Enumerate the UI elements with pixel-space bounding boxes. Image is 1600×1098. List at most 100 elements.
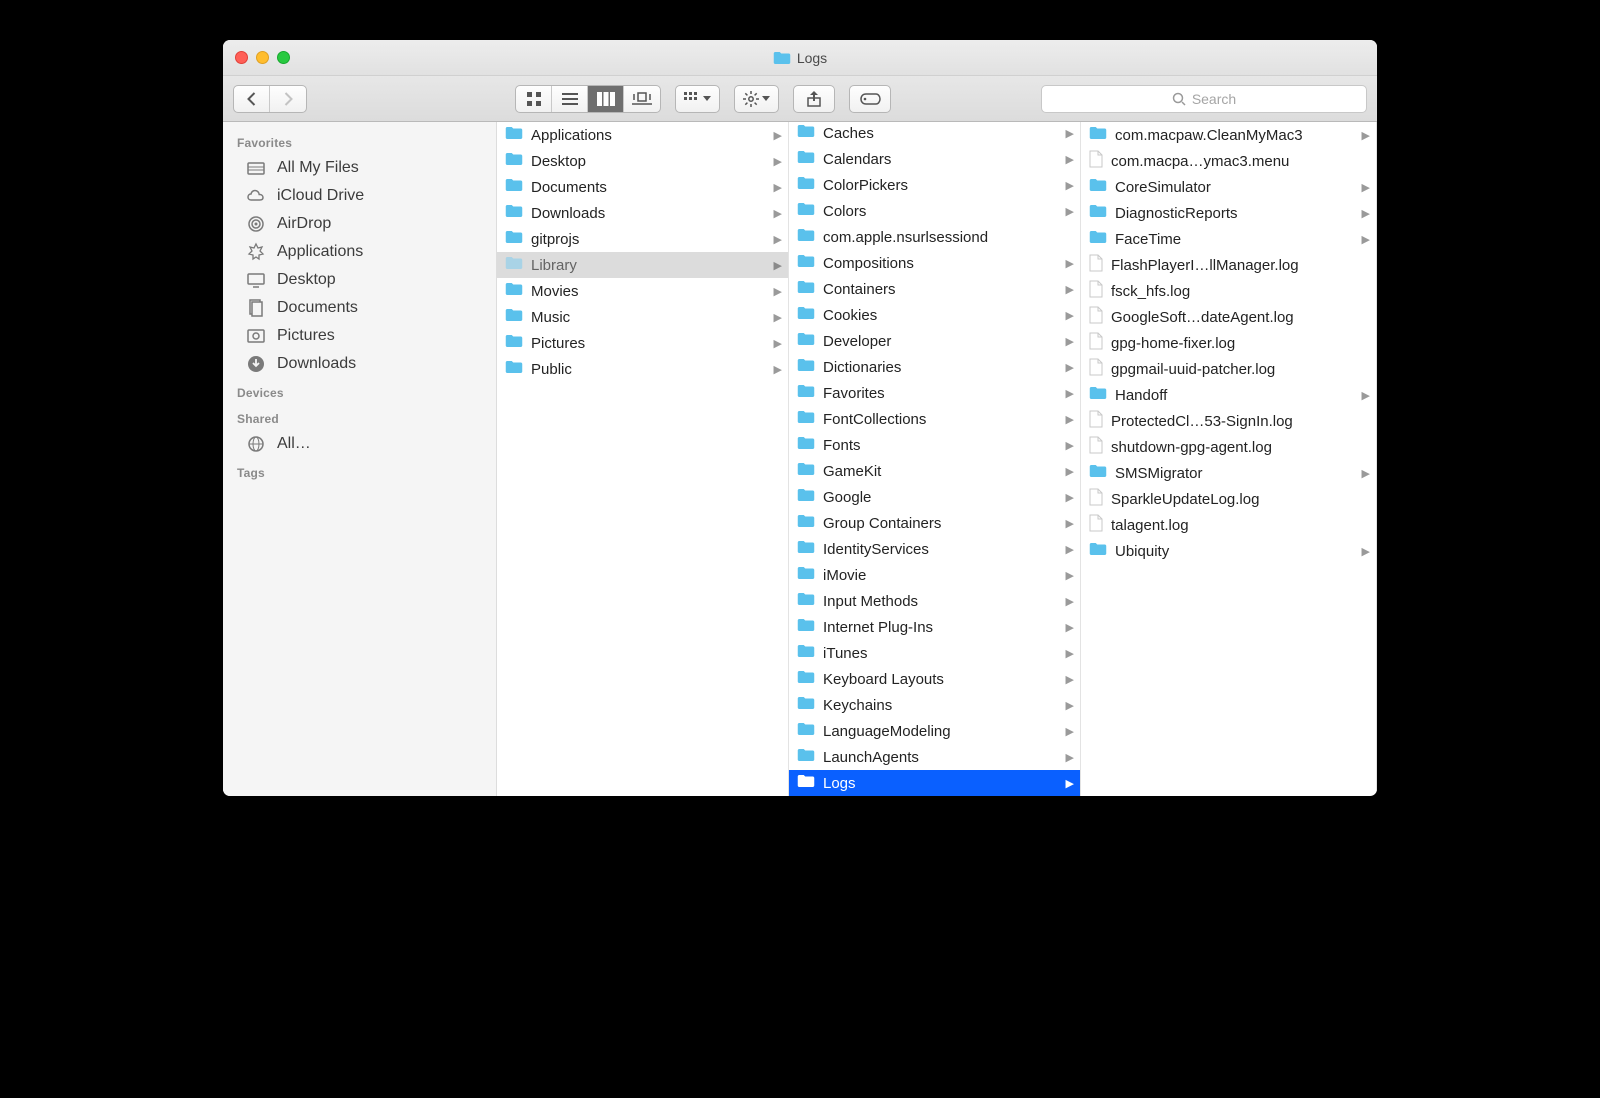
folder-icon [797,748,815,766]
list-item[interactable]: com.macpaw.CleanMyMac3▶ [1081,122,1376,148]
zoom-button[interactable] [277,51,290,64]
list-item[interactable]: Keychains▶ [789,692,1080,718]
sidebar-item-airdrop[interactable]: AirDrop [223,210,496,238]
list-item[interactable]: DiagnosticReports▶ [1081,200,1376,226]
sidebar-item-label: Downloads [277,355,356,373]
list-item[interactable]: SparkleUpdateLog.log [1081,486,1376,512]
action-button[interactable] [734,85,779,113]
list-item[interactable]: FlashPlayerI…llManager.log [1081,252,1376,278]
list-item[interactable]: IdentityServices▶ [789,536,1080,562]
list-item[interactable]: Library▶ [497,252,788,278]
finder-window: Logs [223,40,1377,796]
minimize-button[interactable] [256,51,269,64]
icon-view-button[interactable] [516,86,552,112]
list-item[interactable]: SMSMigrator▶ [1081,460,1376,486]
column-0[interactable]: Applications▶Desktop▶Documents▶Downloads… [497,122,789,796]
folder-icon [797,514,815,532]
list-item[interactable]: Internet Plug-Ins▶ [789,614,1080,640]
list-item[interactable]: ColorPickers▶ [789,172,1080,198]
list-item[interactable]: ProtectedCl…53-SignIn.log [1081,408,1376,434]
allfiles-icon [245,157,267,179]
column-view-button[interactable] [588,86,624,112]
list-item[interactable]: talagent.log [1081,512,1376,538]
arrange-button[interactable] [675,85,720,113]
folder-icon [505,204,523,222]
window-controls [235,51,290,64]
list-item[interactable]: GameKit▶ [789,458,1080,484]
tags-button[interactable] [849,85,891,113]
list-item[interactable]: Favorites▶ [789,380,1080,406]
list-item[interactable]: Pictures▶ [497,330,788,356]
sidebar-item-pictures[interactable]: Pictures [223,322,496,350]
list-item[interactable]: gpg-home-fixer.log [1081,330,1376,356]
icloud-icon [245,185,267,207]
sidebar-item-documents[interactable]: Documents [223,294,496,322]
list-item[interactable]: com.macpa…ymac3.menu [1081,148,1376,174]
list-item[interactable]: LaunchAgents▶ [789,744,1080,770]
sidebar[interactable]: FavoritesAll My FilesiCloud DriveAirDrop… [223,122,497,796]
list-item[interactable]: Desktop▶ [497,148,788,174]
share-button[interactable] [793,85,835,113]
list-item-label: LaunchAgents [823,749,1058,766]
list-item-label: Cookies [823,307,1058,324]
list-item[interactable]: LanguageModeling▶ [789,718,1080,744]
list-item[interactable]: Containers▶ [789,276,1080,302]
list-item-label: gitprojs [531,231,766,248]
list-view-button[interactable] [552,86,588,112]
sidebar-item-downloads[interactable]: Downloads [223,350,496,378]
list-item[interactable]: Logs▶ [789,770,1080,796]
list-item[interactable]: Ubiquity▶ [1081,538,1376,564]
list-item[interactable]: Caches▶ [789,122,1080,146]
list-item[interactable]: shutdown-gpg-agent.log [1081,434,1376,460]
column-2[interactable]: com.macpaw.CleanMyMac3▶com.macpa…ymac3.m… [1081,122,1377,796]
list-item[interactable]: Fonts▶ [789,432,1080,458]
list-item[interactable]: Compositions▶ [789,250,1080,276]
folder-icon [505,230,523,248]
list-item[interactable]: Handoff▶ [1081,382,1376,408]
list-item[interactable]: Input Methods▶ [789,588,1080,614]
list-item[interactable]: Cookies ▶ [789,302,1080,328]
list-item[interactable]: Google▶ [789,484,1080,510]
list-item[interactable]: Documents▶ [497,174,788,200]
column-1[interactable]: Caches▶Calendars▶ColorPickers▶Colors▶com… [789,122,1081,796]
sidebar-item-desktop[interactable]: Desktop [223,266,496,294]
list-item[interactable]: Public▶ [497,356,788,382]
chevron-right-icon: ▶ [774,181,782,194]
list-item[interactable]: Keyboard Layouts▶ [789,666,1080,692]
list-item[interactable]: Movies▶ [497,278,788,304]
list-item[interactable]: Calendars▶ [789,146,1080,172]
file-icon [1089,150,1103,172]
sidebar-item-applications[interactable]: Applications [223,238,496,266]
list-item[interactable]: iTunes▶ [789,640,1080,666]
sidebar-item-icloud-drive[interactable]: iCloud Drive [223,182,496,210]
back-button[interactable] [234,86,270,112]
list-item[interactable]: Music▶ [497,304,788,330]
sidebar-item-all-my-files[interactable]: All My Files [223,154,496,182]
chevron-right-icon: ▶ [1066,725,1074,738]
folder-icon [505,126,523,144]
sidebar-item-all-[interactable]: All… [223,430,496,458]
list-item[interactable]: Colors▶ [789,198,1080,224]
list-item[interactable]: Dictionaries▶ [789,354,1080,380]
list-item[interactable]: gpgmail-uuid-patcher.log [1081,356,1376,382]
list-item[interactable]: GoogleSoft…dateAgent.log [1081,304,1376,330]
list-item[interactable]: FaceTime▶ [1081,226,1376,252]
list-item[interactable]: FontCollections▶ [789,406,1080,432]
chevron-right-icon: ▶ [1066,309,1074,322]
list-item[interactable]: iMovie▶ [789,562,1080,588]
list-item[interactable]: Downloads▶ [497,200,788,226]
nav-buttons [233,85,307,113]
list-item[interactable]: Group Containers▶ [789,510,1080,536]
list-item[interactable]: CoreSimulator▶ [1081,174,1376,200]
close-button[interactable] [235,51,248,64]
folder-icon [797,696,815,714]
forward-button[interactable] [270,86,306,112]
list-item[interactable]: com.apple.nsurlsessiond [789,224,1080,250]
file-icon [1089,358,1103,380]
list-item[interactable]: fsck_hfs.log [1081,278,1376,304]
list-item[interactable]: gitprojs▶ [497,226,788,252]
coverflow-view-button[interactable] [624,86,660,112]
list-item[interactable]: Developer▶ [789,328,1080,354]
list-item[interactable]: Applications▶ [497,122,788,148]
search-field[interactable]: Search [1041,85,1367,113]
